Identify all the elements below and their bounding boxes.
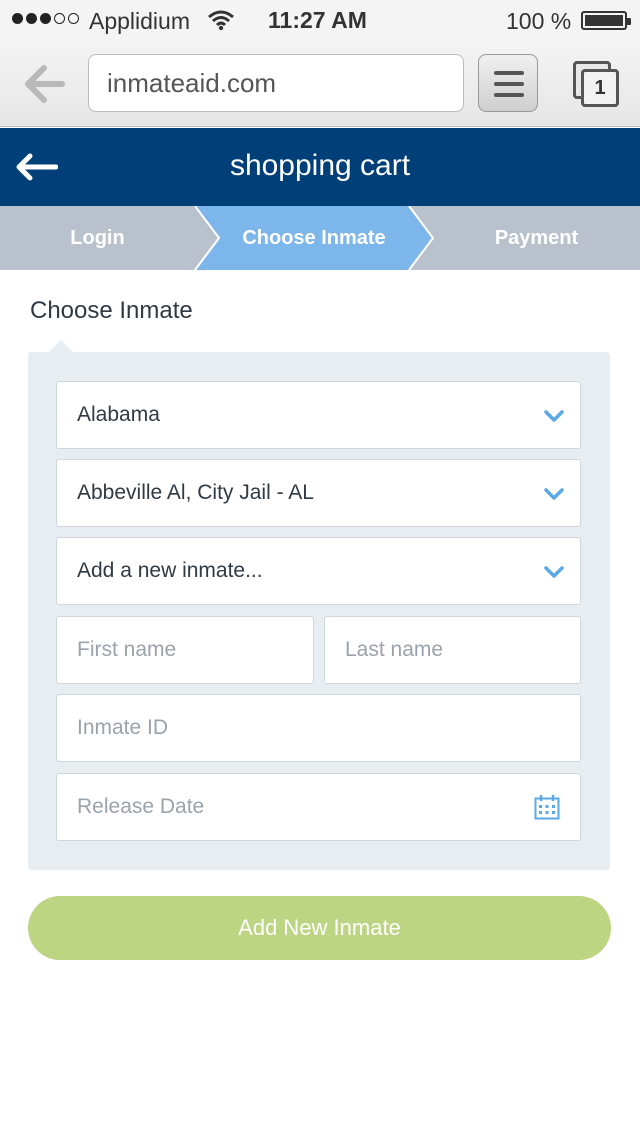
step-divider: [194, 206, 220, 270]
chevron-down-icon: [544, 410, 564, 422]
browser-toolbar: inmateaid.com 1: [0, 40, 640, 127]
add-new-inmate-button[interactable]: Add New Inmate: [28, 896, 611, 960]
inmate-select-value: Add a new inmate...: [77, 559, 263, 582]
state-select[interactable]: Alabama: [56, 381, 581, 449]
step-login[interactable]: Login: [0, 206, 195, 270]
step-choose-inmate[interactable]: Choose Inmate: [195, 206, 433, 270]
wifi-icon: [208, 10, 234, 31]
checkout-steps: Login Choose Inmate Payment: [0, 206, 640, 270]
back-arrow-icon[interactable]: [16, 153, 58, 181]
app-header: shopping cart: [0, 128, 640, 206]
inmate-id-field[interactable]: Inmate ID: [56, 694, 581, 762]
inmate-select[interactable]: Add a new inmate...: [56, 537, 581, 605]
release-date-placeholder: Release Date: [77, 795, 205, 818]
signal-strength-icon: [12, 13, 79, 24]
facility-select-value: Abbeville Al, City Jail - AL: [77, 481, 314, 504]
facility-select[interactable]: Abbeville Al, City Jail - AL: [56, 459, 581, 527]
browser-menu-button[interactable]: [478, 54, 538, 112]
status-time: 11:27 AM: [268, 7, 367, 33]
status-bar: Applidium 11:27 AM 100 %: [0, 0, 640, 40]
state-select-value: Alabama: [77, 403, 160, 426]
address-bar[interactable]: inmateaid.com: [88, 54, 464, 112]
browser-back-icon[interactable]: [22, 64, 66, 104]
page-title: shopping cart: [229, 149, 411, 182]
chevron-down-icon: [544, 488, 564, 500]
calendar-icon[interactable]: [534, 794, 560, 820]
step-divider: [408, 206, 434, 270]
step-payment[interactable]: Payment: [433, 206, 640, 270]
chevron-down-icon: [544, 566, 564, 578]
first-name-field[interactable]: First name: [56, 616, 314, 684]
tab-count: 1: [581, 69, 619, 107]
battery-icon: [581, 11, 631, 30]
section-title: Choose Inmate: [30, 297, 193, 324]
release-date-field[interactable]: Release Date: [56, 773, 581, 841]
battery-percentage: 100 %: [506, 8, 572, 34]
carrier-name: Applidium: [89, 8, 190, 34]
menu-icon: [494, 71, 524, 75]
tabs-button[interactable]: 1: [573, 61, 619, 107]
last-name-field[interactable]: Last name: [324, 616, 581, 684]
